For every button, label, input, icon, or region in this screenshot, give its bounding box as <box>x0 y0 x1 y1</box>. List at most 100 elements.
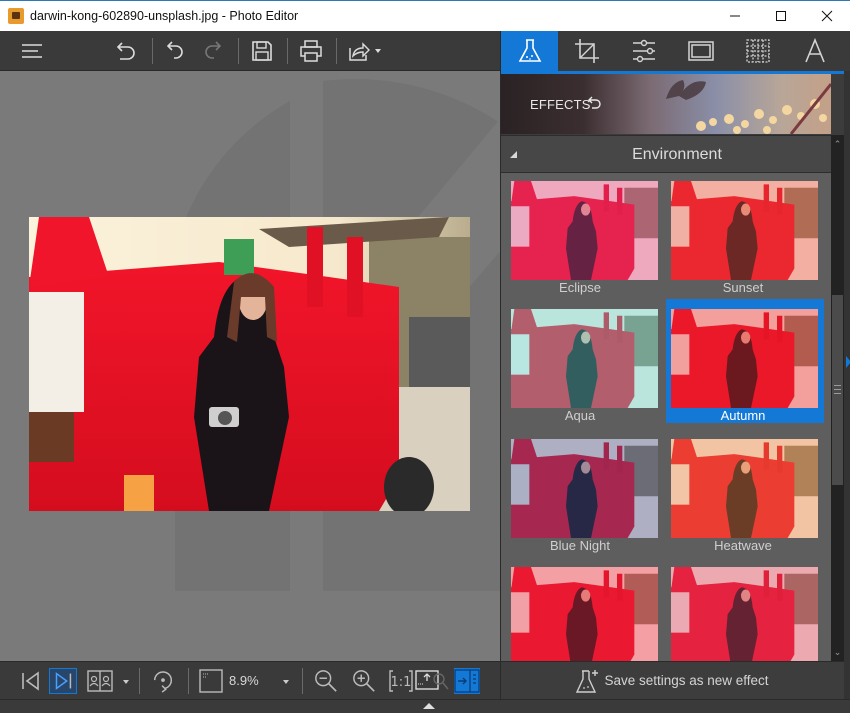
redo-icon <box>205 41 222 59</box>
collapse-panel-icon[interactable] <box>846 356 850 368</box>
tab-text[interactable] <box>786 31 843 71</box>
edited-photo[interactable] <box>29 217 470 511</box>
toolbar-separator <box>152 38 153 64</box>
effect-label: Heatwave <box>714 538 772 553</box>
main-toolbar <box>0 31 500 71</box>
effect-sunset[interactable]: Sunset <box>666 173 824 297</box>
window-title: darwin-kong-602890-unsplash.jpg - Photo … <box>30 9 299 23</box>
category-header[interactable]: Environment <box>501 135 831 173</box>
effects-title: EFFECTS <box>530 97 591 112</box>
image-canvas[interactable] <box>0 71 500 661</box>
navigator-button[interactable] <box>415 668 449 694</box>
maximize-button[interactable] <box>758 1 804 31</box>
print-button[interactable] <box>297 37 325 65</box>
minimize-icon <box>730 15 740 17</box>
zoom-level[interactable]: 8.9% <box>229 673 259 688</box>
effects-grid: Eclipse Sunset Aqua Autumn Blue Night Heatwav… <box>501 173 831 661</box>
expand-filmstrip-icon[interactable] <box>423 703 435 709</box>
panel-edge <box>844 71 850 699</box>
share-icon <box>349 42 370 61</box>
effect-label: Eclipse <box>559 280 601 295</box>
fit-to-window-button[interactable] <box>199 668 223 694</box>
effect-thumbnail <box>511 309 658 408</box>
save-button[interactable] <box>248 37 276 65</box>
effect-autumn[interactable]: Autumn <box>666 299 824 423</box>
zoom-in-button[interactable] <box>351 668 377 694</box>
save-as-effect-button[interactable]: Save settings as new effect <box>501 661 844 699</box>
toolbar-separator <box>287 38 288 64</box>
toolbar-separator <box>336 38 337 64</box>
toolbar-separator <box>238 38 239 64</box>
effects-scrollbar[interactable]: ⌃ ⌄ <box>831 135 844 661</box>
app-icon <box>8 8 24 24</box>
text-icon <box>804 38 825 63</box>
undo-icon <box>166 41 183 59</box>
effect-eclipse[interactable]: Eclipse <box>501 173 659 297</box>
rotate-icon <box>153 671 173 693</box>
texture-icon <box>745 39 770 63</box>
save-effect-label: Save settings as new effect <box>604 673 769 688</box>
effect-blue-night[interactable]: Blue Night <box>501 431 659 555</box>
skip-first-icon <box>22 671 39 691</box>
effect-label: Blue Night <box>550 538 610 553</box>
share-button[interactable] <box>345 37 373 65</box>
effect-thumbnail <box>671 181 818 280</box>
effect-aqua[interactable]: Aqua <box>501 301 659 425</box>
tab-effects[interactable] <box>501 31 558 71</box>
redo-button[interactable] <box>199 37 227 65</box>
effect-thumbnail <box>511 439 658 538</box>
grip-icon <box>834 385 841 394</box>
fit-window-icon <box>199 669 223 693</box>
toolbar-separator <box>139 668 140 694</box>
undo-button[interactable] <box>161 37 189 65</box>
effect-item-7[interactable] <box>666 559 824 661</box>
effect-thumbnail <box>671 567 818 661</box>
minimize-button[interactable] <box>712 1 758 31</box>
print-icon <box>300 40 322 62</box>
effect-label: Sunset <box>722 280 764 295</box>
zoom-dropdown-icon[interactable] <box>282 679 290 685</box>
effect-item-6[interactable] <box>501 559 659 661</box>
tab-crop[interactable] <box>558 31 615 71</box>
share-dropdown-icon[interactable] <box>374 48 382 54</box>
panel-toggle-icon <box>454 669 480 693</box>
scroll-thumb[interactable] <box>832 295 843 485</box>
flask-icon <box>518 39 541 62</box>
effect-heatwave[interactable]: Heatwave <box>666 431 824 555</box>
hamburger-menu-icon <box>22 44 42 58</box>
photo-editor-window: darwin-kong-602890-unsplash.jpg - Photo … <box>0 0 850 713</box>
scroll-down-icon[interactable]: ⌄ <box>831 645 844 659</box>
compare-dropdown-icon[interactable] <box>122 679 130 685</box>
crop-icon <box>574 39 599 63</box>
tab-adjust[interactable] <box>615 31 672 71</box>
tab-frames[interactable] <box>672 31 729 71</box>
zoom-in-icon <box>353 670 375 692</box>
undo-all-icon <box>116 42 135 60</box>
compare-view-button[interactable] <box>87 668 113 694</box>
reset-effects-icon[interactable] <box>587 95 603 111</box>
flask-plus-icon <box>576 669 599 693</box>
toolbar-separator <box>188 668 189 694</box>
zoom-out-button[interactable] <box>313 668 339 694</box>
first-image-button[interactable] <box>20 668 42 694</box>
toggle-panel-button[interactable] <box>454 668 480 694</box>
effects-panel: EFFECTS Environment Eclipse Sunset Aqua Aut… <box>500 31 850 699</box>
play-slideshow-button[interactable] <box>49 668 77 694</box>
compare-icon <box>87 670 113 692</box>
undo-all-button[interactable] <box>112 37 140 65</box>
photo-image <box>29 217 470 511</box>
effect-label: Aqua <box>564 408 596 423</box>
close-button[interactable] <box>804 1 850 31</box>
tab-texture[interactable] <box>729 31 786 71</box>
scroll-up-icon[interactable]: ⌃ <box>831 137 844 151</box>
rotate-button[interactable] <box>149 668 177 694</box>
effect-thumbnail <box>671 309 818 408</box>
menu-button[interactable] <box>18 37 46 65</box>
effect-thumbnail <box>511 181 658 280</box>
effect-thumbnail <box>511 567 658 661</box>
actual-size-button[interactable]: 1:1 <box>389 668 413 694</box>
close-icon <box>821 10 833 22</box>
category-title: Environment <box>632 146 722 163</box>
save-icon <box>252 41 272 61</box>
title-bar: darwin-kong-602890-unsplash.jpg - Photo … <box>0 1 850 31</box>
